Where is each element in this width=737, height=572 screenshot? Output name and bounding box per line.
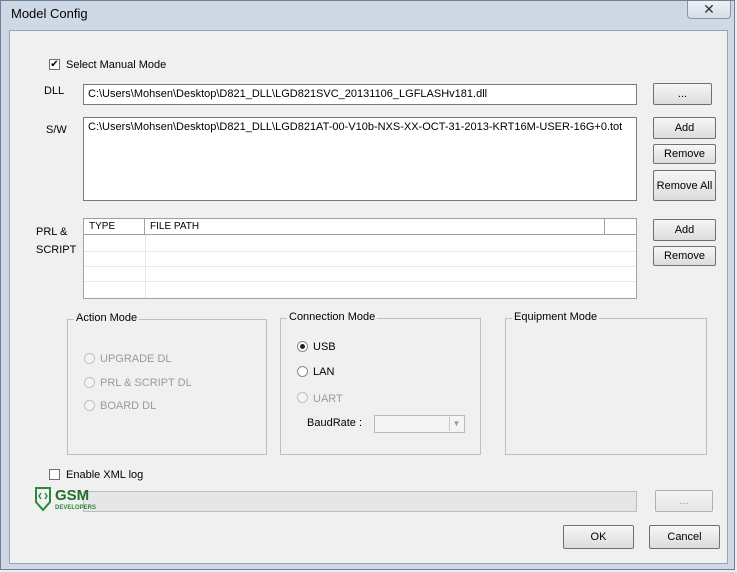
progress-bar (83, 491, 637, 512)
table-header-filler (605, 219, 636, 235)
lan-radio[interactable] (297, 366, 308, 377)
uart-label: UART (313, 393, 343, 405)
uart-radio[interactable] (297, 392, 308, 403)
action-mode-title: Action Mode (74, 312, 140, 324)
prl-script-table[interactable]: TYPE FILE PATH (83, 218, 637, 299)
upgrade-dl-label: UPGRADE DL (100, 353, 172, 365)
cancel-button[interactable]: Cancel (649, 525, 720, 549)
enable-xml-log-label: Enable XML log (66, 469, 144, 481)
usb-label: USB (313, 341, 336, 353)
board-dl-label: BOARD DL (100, 400, 157, 412)
upgrade-dl-radio[interactable] (84, 353, 95, 364)
table-header-file-path[interactable]: FILE PATH (145, 219, 605, 235)
select-manual-mode-label: Select Manual Mode (66, 59, 167, 71)
svg-text:GSM: GSM (55, 487, 89, 504)
action-mode-group: Action Mode UPGRADE DL PRL & SCRIPT DL B… (67, 312, 267, 455)
equipment-mode-group: Equipment Mode (505, 311, 707, 455)
prl-add-button[interactable]: Add (653, 219, 716, 241)
sw-path-list[interactable]: C:\Users\Mohsen\Desktop\D821_DLL\LGD821A… (83, 117, 637, 201)
row-divider (84, 251, 636, 252)
prl-script-dl-label: PRL & SCRIPT DL (100, 377, 192, 389)
checkmark-icon: ✔ (50, 59, 59, 70)
baudrate-select[interactable]: ▼ (374, 415, 465, 433)
row-divider (84, 281, 636, 282)
prl-remove-button[interactable]: Remove (653, 246, 716, 266)
row-divider (84, 266, 636, 267)
sw-remove-all-button[interactable]: Remove All (653, 170, 716, 201)
script-label: SCRIPT (36, 244, 77, 256)
svg-text:DEVELOPERS: DEVELOPERS (55, 505, 96, 511)
equipment-mode-title: Equipment Mode (512, 311, 600, 323)
progress-browse-button[interactable]: ... (655, 490, 713, 512)
model-config-window: Model Config ✕ ✔ Select Manual Mode DLL … (0, 0, 735, 570)
window-title: Model Config (11, 6, 88, 21)
connection-mode-group: Connection Mode USB LAN UART BaudRate : … (280, 311, 481, 455)
dll-label: DLL (44, 85, 65, 97)
gsm-developers-logo-icon: GSM DEVELOPERS (35, 487, 96, 512)
table-header-type[interactable]: TYPE (84, 219, 145, 235)
close-button[interactable]: ✕ (687, 1, 731, 19)
lan-label: LAN (313, 366, 335, 378)
sw-label: S/W (46, 124, 67, 136)
sw-add-button[interactable]: Add (653, 117, 716, 139)
chevron-down-icon: ▼ (449, 417, 463, 431)
connection-mode-title: Connection Mode (287, 311, 378, 323)
dialog-client-area: ✔ Select Manual Mode DLL C:\Users\Mohsen… (9, 30, 728, 564)
board-dl-radio[interactable] (84, 400, 95, 411)
sw-remove-button[interactable]: Remove (653, 144, 716, 164)
baudrate-label: BaudRate : (307, 417, 363, 429)
dll-browse-button[interactable]: ... (653, 83, 712, 105)
ok-button[interactable]: OK (563, 525, 634, 549)
dll-path-field[interactable]: C:\Users\Mohsen\Desktop\D821_DLL\LGD821S… (83, 84, 637, 105)
close-icon: ✕ (703, 1, 715, 17)
enable-xml-log-checkbox[interactable] (49, 469, 60, 480)
prl-label: PRL & (36, 226, 68, 238)
prl-script-dl-radio[interactable] (84, 377, 95, 388)
select-manual-mode-checkbox[interactable]: ✔ (49, 59, 60, 70)
gsm-developers-logo: GSM DEVELOPERS (33, 485, 113, 515)
usb-radio[interactable] (297, 341, 308, 352)
title-bar[interactable]: Model Config ✕ (1, 1, 736, 29)
